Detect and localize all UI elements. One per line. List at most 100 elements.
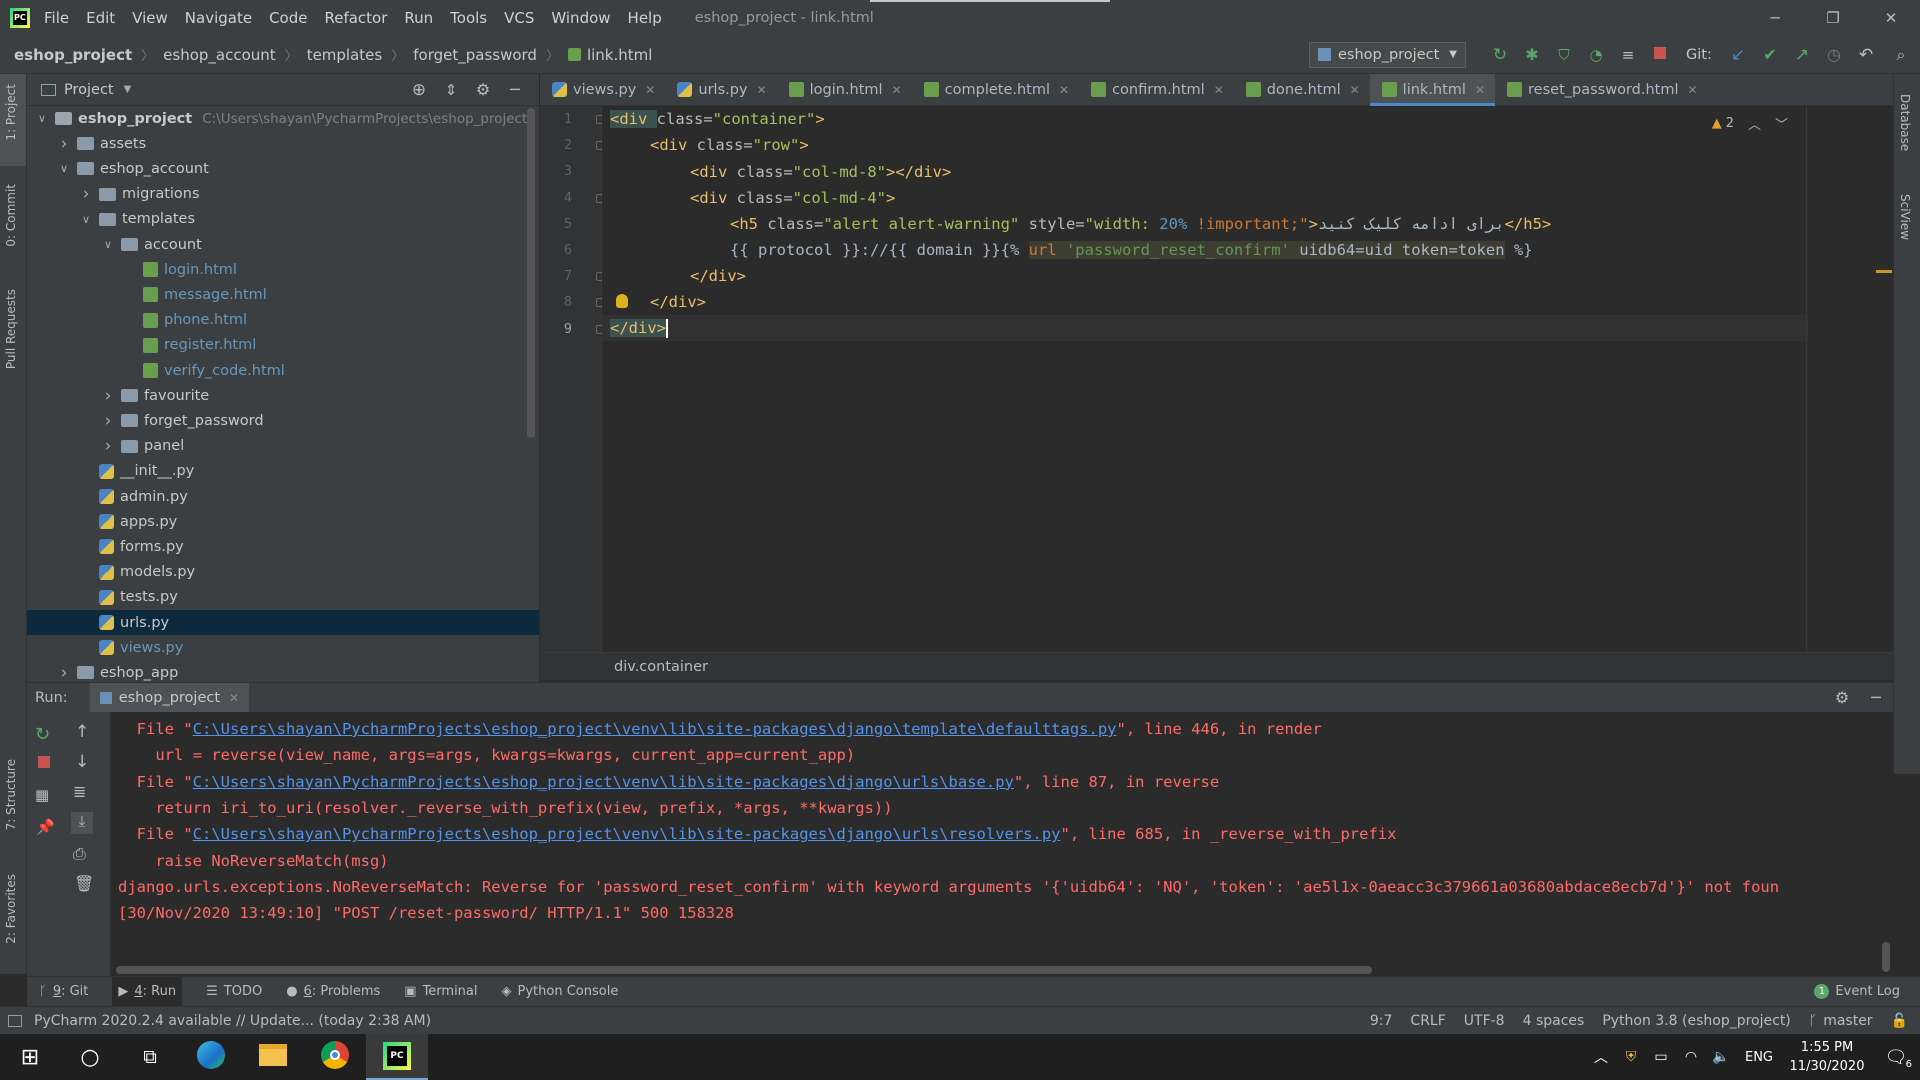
tool-window-button[interactable]: ◈ Python Console [502, 984, 619, 999]
locate-file-icon[interactable]: ⊕ [403, 80, 435, 100]
editor-breadcrumb[interactable]: div.container [614, 659, 708, 675]
scroll-to-end-icon[interactable]: ⤓ [71, 812, 93, 834]
close-icon[interactable]: ✕ [1475, 83, 1485, 97]
editor-tab[interactable]: link.html ✕ [1369, 73, 1496, 106]
editor-tab[interactable]: complete.html ✕ [912, 74, 1079, 106]
run-tab[interactable]: eshop_project ✕ [89, 682, 250, 713]
chevron-down-icon[interactable]: ﹀ [1775, 114, 1788, 133]
soft-wrap-icon[interactable]: ≣ [73, 782, 86, 801]
chevron-down-icon[interactable]: ∨ [57, 162, 71, 175]
project-panel-title[interactable]: Project [64, 82, 114, 98]
chevron-up-icon[interactable]: ︿ [1748, 114, 1761, 133]
tool-window-button[interactable]: ● 6: Problems [286, 984, 380, 999]
event-log-button[interactable]: 1 Event Log [1814, 984, 1900, 999]
breadcrumb-item[interactable]: templates [307, 46, 383, 64]
chevron-right-icon[interactable]: › [57, 663, 71, 682]
gear-icon[interactable]: ⚙ [1825, 688, 1859, 707]
line-separator[interactable]: CRLF [1410, 1013, 1445, 1029]
tool-favorites-label[interactable]: 2: Favorites [4, 874, 18, 944]
close-icon[interactable]: ✕ [229, 691, 239, 705]
editor-tab[interactable]: login.html ✕ [777, 74, 912, 106]
menu-item-help[interactable]: Help [628, 9, 662, 27]
chevron-right-icon[interactable]: › [79, 184, 93, 204]
editor-tab[interactable]: done.html ✕ [1234, 74, 1370, 106]
tool-structure-label[interactable]: 7: Structure [4, 759, 18, 830]
language-indicator[interactable]: ENG [1736, 1050, 1782, 1065]
breadcrumb-item[interactable]: forget_password [413, 46, 537, 64]
editor-tab[interactable]: reset_password.html ✕ [1495, 74, 1708, 106]
security-icon[interactable]: ⛨ [1616, 1049, 1646, 1065]
chevron-down-icon[interactable]: ∨ [79, 213, 93, 226]
menu-item-file[interactable]: File [44, 9, 69, 27]
menu-item-tools[interactable]: Tools [450, 9, 487, 27]
menu-item-edit[interactable]: Edit [86, 9, 115, 27]
file-explorer-icon[interactable] [242, 1044, 304, 1070]
tree-item[interactable]: __init__.py [27, 459, 539, 484]
chevron-up-icon[interactable]: ︿ [1586, 1047, 1616, 1067]
chevron-down-icon[interactable]: ▼ [124, 84, 132, 95]
console-v-scrollbar[interactable] [1882, 942, 1890, 972]
tree-item[interactable]: admin.py [27, 484, 539, 509]
close-icon[interactable]: ✕ [1687, 83, 1697, 97]
tree-item[interactable]: phone.html [27, 308, 539, 333]
close-icon[interactable]: ✕ [1350, 83, 1360, 97]
close-icon[interactable]: ✕ [892, 83, 902, 97]
chevron-right-icon[interactable]: › [101, 411, 115, 431]
hide-panel-icon[interactable]: ─ [499, 80, 531, 99]
console-h-scrollbar[interactable] [116, 966, 1372, 974]
tool-project-label[interactable]: 1: Project [4, 84, 18, 141]
battery-icon[interactable]: ▭ [1646, 1049, 1676, 1065]
code-editor[interactable]: <div class="container"> <div class="row"… [602, 106, 1808, 652]
tree-item[interactable]: apps.py [27, 509, 539, 534]
tool-window-button[interactable]: ▣ Terminal [404, 984, 477, 999]
edge-icon[interactable] [180, 1041, 242, 1073]
chevron-down-icon[interactable]: ∨ [35, 112, 49, 125]
menu-item-run[interactable]: Run [404, 9, 433, 27]
warning-stripe-marker[interactable] [1876, 270, 1892, 273]
profile-icon[interactable]: ◔ [1580, 46, 1612, 64]
layout-icon[interactable]: ▦ [35, 786, 49, 804]
pin-icon[interactable]: 📌 [36, 818, 55, 836]
chevron-right-icon[interactable]: › [101, 436, 115, 456]
chevron-right-icon[interactable]: › [57, 134, 71, 154]
tree-item[interactable]: ∨ account [27, 232, 539, 257]
gear-icon[interactable]: ⚙ [467, 80, 499, 99]
menu-item-vcs[interactable]: VCS [504, 9, 534, 27]
hide-panel-icon[interactable]: ─ [1859, 688, 1893, 707]
rollback-icon[interactable]: ↶ [1850, 45, 1882, 65]
git-update-icon[interactable]: ↙ [1722, 45, 1754, 65]
close-icon[interactable]: ✕ [1059, 83, 1069, 97]
file-encoding[interactable]: UTF-8 [1464, 1013, 1505, 1029]
tool-pull-requests-label[interactable]: Pull Requests [4, 289, 18, 369]
tree-item[interactable]: › assets [27, 131, 539, 156]
editor-tab[interactable]: confirm.html ✕ [1079, 74, 1234, 106]
tree-item[interactable]: › forget_password [27, 408, 539, 433]
tool-window-button[interactable]: ᚴ9: Git [39, 984, 88, 999]
close-icon[interactable]: ✕ [1214, 83, 1224, 97]
menu-item-code[interactable]: Code [269, 9, 307, 27]
scroll-down-icon[interactable]: ↓ [75, 752, 89, 772]
tree-item[interactable]: ∨ eshop_project C:\Users\shayan\PycharmPro… [27, 106, 539, 131]
menu-item-navigate[interactable]: Navigate [185, 9, 252, 27]
print-icon[interactable]: ⎙ [73, 844, 86, 864]
tree-item[interactable]: › migrations [27, 182, 539, 207]
rerun-icon[interactable]: ↻ [1484, 45, 1516, 65]
cursor-position[interactable]: 9:7 [1370, 1013, 1393, 1029]
tree-item[interactable]: urls.py [27, 610, 539, 635]
status-panel-icon[interactable] [8, 1014, 22, 1027]
search-icon[interactable]: ○ [60, 1045, 120, 1070]
clock[interactable]: 1:55 PM 11/30/2020 [1782, 1038, 1872, 1076]
intention-bulb-icon[interactable] [616, 294, 628, 308]
run-console[interactable]: File "C:\Users\shayan\PycharmProjects\es… [110, 712, 1893, 976]
git-commit-icon[interactable]: ✔ [1754, 45, 1786, 64]
tree-item[interactable]: tests.py [27, 585, 539, 610]
tool-database-label[interactable]: Database [1898, 94, 1912, 151]
status-message[interactable]: PyCharm 2020.2.4 available // Update... … [34, 1013, 431, 1029]
chrome-icon[interactable] [304, 1041, 366, 1073]
menu-item-view[interactable]: View [132, 9, 168, 27]
lock-icon[interactable]: 🔓 [1891, 1013, 1908, 1029]
editor-tab[interactable]: urls.py ✕ [665, 74, 776, 106]
tree-item[interactable]: models.py [27, 560, 539, 585]
console-file-link[interactable]: C:\Users\shayan\PycharmProjects\eshop_pr… [193, 773, 1014, 791]
windows-start-icon[interactable]: ⊞ [0, 1045, 60, 1070]
